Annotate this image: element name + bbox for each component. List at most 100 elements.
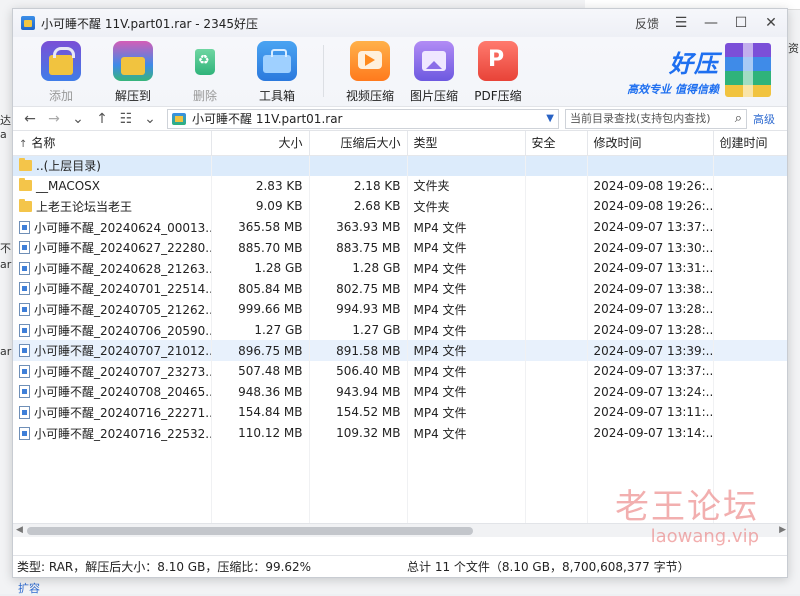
extract-archive-icon <box>113 41 153 81</box>
column-name[interactable]: ↑ 名称 <box>13 131 212 156</box>
history-chevron-down-icon[interactable]: ⌄ <box>69 110 87 128</box>
file-name: 小可睡不醒_20240706_20590... <box>34 323 211 338</box>
security-cell <box>525 278 588 300</box>
table-row[interactable]: 小可睡不醒_20240716_22532... 110.12 MB 109.32 M… <box>13 422 787 444</box>
created-cell <box>713 216 787 238</box>
column-created[interactable]: 创建时间 <box>713 131 787 156</box>
file-table: ↑ 名称 大小 压缩后大小 类型 安全 修改时间 创建时间 ..(上层目录) __M… <box>13 131 787 537</box>
column-size[interactable]: 大小 <box>211 131 310 156</box>
created-cell <box>713 237 787 258</box>
image-compress-button[interactable]: 图片压缩 <box>402 41 466 104</box>
scroll-right-icon[interactable]: ▶ <box>779 525 786 535</box>
table-row[interactable]: 小可睡不醒_20240708_20465... 948.36 MB 943.94 M… <box>13 381 787 403</box>
file-name: 小可睡不醒_20240707_21012... <box>34 344 211 359</box>
file-name: 小可睡不醒_20240701_22514... <box>34 282 211 297</box>
search-input[interactable] <box>570 112 735 125</box>
table-row-parent-dir[interactable]: ..(上层目录) <box>13 155 787 176</box>
modified-cell: 2024-09-07 13:28:... <box>587 299 714 320</box>
brand-slogan: 高效专业 值得信赖 <box>627 82 719 96</box>
column-security[interactable]: 安全 <box>525 131 588 156</box>
packed-size-cell: 1.28 GB <box>309 257 408 279</box>
image-compress-label: 图片压缩 <box>409 89 458 103</box>
created-cell <box>713 402 787 423</box>
table-row[interactable]: 小可睡不醒_20240701_22514... 805.84 MB 802.75 M… <box>13 278 787 300</box>
column-packed-size[interactable]: 压缩后大小 <box>309 131 408 156</box>
name-cell: __MACOSX <box>13 175 212 197</box>
table-row[interactable]: 小可睡不醒_20240707_21012... 896.75 MB 891.58 M… <box>13 340 787 361</box>
file-list: ↑ 名称 大小 压缩后大小 类型 安全 修改时间 创建时间 ..(上层目录) __M… <box>13 131 787 537</box>
created-cell <box>713 319 787 341</box>
table-row[interactable]: 上老王论坛当老王 9.09 KB 2.68 KB 文件夹 2024-09-08 19:2… <box>13 196 787 217</box>
created-cell <box>713 340 787 361</box>
size-cell <box>211 155 310 176</box>
window-title: 小可睡不醒 11V.part01.rar - 2345好压 <box>41 16 258 31</box>
scroll-left-icon[interactable]: ◀ <box>16 525 23 535</box>
background-text: a <box>0 128 7 141</box>
add-label: 添加 <box>48 89 73 103</box>
address-dropdown-icon[interactable]: ▼ <box>546 113 554 124</box>
type-cell: MP4 文件 <box>407 299 526 320</box>
video-file-icon <box>19 405 30 419</box>
size-cell: 154.84 MB <box>211 402 310 423</box>
modified-cell: 2024-09-07 13:28:... <box>587 319 714 341</box>
file-name: 小可睡不醒_20240707_23273... <box>34 364 211 379</box>
file-name: 小可睡不醒_20240627_22280... <box>34 241 211 256</box>
minimize-button[interactable]: — <box>703 15 719 31</box>
scrollbar-thumb[interactable] <box>27 527 473 535</box>
brand-logo-icon <box>725 43 771 97</box>
address-bar[interactable]: 小可睡不醒 11V.part01.rar ▼ <box>167 108 559 129</box>
size-cell: 365.58 MB <box>211 216 310 238</box>
toolbox-label: 工具箱 <box>258 89 295 103</box>
column-type[interactable]: 类型 <box>407 131 526 156</box>
recycle-bin-icon <box>185 41 225 81</box>
sort-ascending-icon: ↑ <box>19 139 28 151</box>
video-compress-button[interactable]: 视频压缩 <box>338 41 402 104</box>
name-cell: 小可睡不醒_20240706_20590... <box>13 319 212 341</box>
feedback-button[interactable]: 反馈 <box>635 15 659 32</box>
view-mode-chevron-icon[interactable]: ⌄ <box>141 110 159 128</box>
view-mode-icon[interactable]: ☷ <box>117 110 135 128</box>
name-cell: 小可睡不醒_20240627_22280... <box>13 237 212 258</box>
pdf-compress-button[interactable]: PDF压缩 <box>466 41 530 104</box>
folder-icon <box>19 198 32 212</box>
video-file-icon <box>19 241 30 255</box>
packed-size-cell: 154.52 MB <box>309 402 408 423</box>
table-row[interactable]: 小可睡不醒_20240624_00013... 365.58 MB 363.93 M… <box>13 216 787 238</box>
table-row[interactable]: 小可睡不醒_20240707_23273... 507.48 MB 506.40 M… <box>13 360 787 382</box>
extract-button[interactable]: 解压到 <box>101 41 165 104</box>
column-modified[interactable]: 修改时间 <box>587 131 714 156</box>
back-arrow-icon[interactable]: ← <box>21 110 39 128</box>
forward-arrow-icon[interactable]: → <box>45 110 63 128</box>
created-cell <box>713 360 787 382</box>
size-cell: 885.70 MB <box>211 237 310 258</box>
toolbox-button[interactable]: 工具箱 <box>245 41 309 104</box>
up-arrow-icon[interactable]: ↑ <box>93 110 111 128</box>
table-row[interactable]: 小可睡不醒_20240627_22280... 885.70 MB 883.75 M… <box>13 237 787 258</box>
image-compress-icon <box>414 41 454 81</box>
file-name: 小可睡不醒_20240705_21262... <box>34 302 211 317</box>
table-row[interactable]: 小可睡不醒_20240705_21262... 999.66 MB 994.93 M… <box>13 299 787 320</box>
title-bar[interactable]: 小可睡不醒 11V.part01.rar - 2345好压 反馈 ☰ — ☐ ✕ <box>13 9 787 37</box>
security-cell <box>525 422 588 444</box>
maximize-button[interactable]: ☐ <box>733 15 749 31</box>
delete-button[interactable]: 删除 <box>173 41 237 104</box>
horizontal-scrollbar[interactable]: ◀ ▶ <box>13 523 787 537</box>
address-text: 小可睡不醒 11V.part01.rar <box>192 112 343 126</box>
table-row[interactable]: 小可睡不醒_20240706_20590... 1.27 GB 1.27 GB MP4… <box>13 319 787 341</box>
created-cell <box>713 381 787 403</box>
main-toolbar: 添加 解压到 删除 工具箱 视频压缩 图片压缩 PDF压缩 好 <box>13 37 787 107</box>
add-button[interactable]: 添加 <box>29 41 93 104</box>
name-cell: 小可睡不醒_20240705_21262... <box>13 299 212 320</box>
table-row[interactable]: 小可睡不醒_20240716_22271... 154.84 MB 154.52 M… <box>13 402 787 423</box>
menu-icon[interactable]: ☰ <box>673 15 689 31</box>
table-row[interactable]: 小可睡不醒_20240628_21263... 1.28 GB 1.28 GB MP4… <box>13 257 787 279</box>
created-cell <box>713 422 787 444</box>
advanced-search-link[interactable]: 高级 <box>753 111 775 127</box>
file-name: 小可睡不醒_20240716_22532... <box>34 426 211 441</box>
size-cell: 805.84 MB <box>211 278 310 300</box>
close-button[interactable]: ✕ <box>763 15 779 31</box>
search-box[interactable]: ⌕ <box>565 108 747 129</box>
search-icon[interactable]: ⌕ <box>735 111 742 126</box>
file-name: 上老王论坛当老王 <box>36 199 133 214</box>
table-row[interactable]: __MACOSX 2.83 KB 2.18 KB 文件夹 2024-09-08 19:2… <box>13 175 787 197</box>
